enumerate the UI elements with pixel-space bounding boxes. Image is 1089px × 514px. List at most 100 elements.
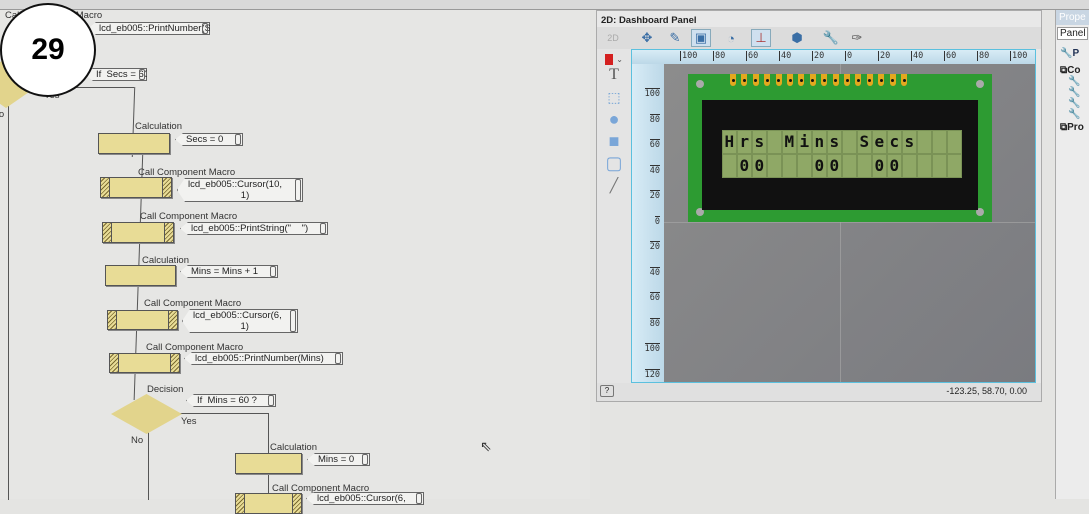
yes-branch-line — [180, 413, 268, 414]
block-label: Call Component Macro — [144, 298, 242, 309]
color-swatch[interactable] — [605, 53, 614, 65]
lcd-pin — [855, 74, 862, 86]
lcd-pin — [798, 74, 805, 86]
chevron-down-icon[interactable]: ⌄ — [616, 55, 623, 64]
lcd-pin — [741, 74, 748, 86]
lcd-pin — [730, 74, 736, 86]
ruler-tick-label: 20 — [812, 51, 825, 61]
help-button[interactable]: ? — [600, 385, 614, 397]
flowchart-canvas[interactable]: Call Component Macro lcd_eb005::PrintNum… — [0, 10, 590, 514]
drawing-area[interactable]: Hrs Mins Secs 00 00 00 — [664, 64, 1035, 382]
ruler-tick-label: 20 — [878, 51, 891, 61]
ruler-tick-label: 60 — [649, 292, 660, 303]
lcd-pin — [752, 74, 759, 86]
ruler-tick-label: 40 — [649, 164, 660, 176]
ruler-tick-label: 40 — [779, 51, 792, 61]
ruler-tick-label: 80 — [977, 51, 990, 61]
lcd-pin — [764, 74, 771, 86]
component-macro-block[interactable] — [100, 177, 172, 198]
block-label: Calculation — [135, 121, 182, 132]
app-toolbar-strip — [0, 0, 1089, 10]
block-label: Calculation — [270, 442, 317, 453]
ruler-tick-label: 60 — [746, 51, 759, 61]
lcd-row-2: 00 00 00 — [724, 156, 965, 175]
textbox-tool-icon[interactable]: ⬚ — [605, 89, 623, 105]
macro-comment[interactable]: lcd_eb005::PrintNumber(Mins) — [184, 352, 343, 365]
block-label: Call Component Macro — [146, 342, 244, 353]
cursor-coordinates: -123.25, 58.70, 0.00 — [946, 386, 1027, 396]
lcd-row-1: Hrs Mins Secs — [724, 132, 965, 151]
calc-comment[interactable]: Secs = 0 — [175, 133, 243, 146]
lcd-pin — [878, 74, 885, 86]
origin-axis — [664, 222, 1035, 223]
block-label: Decision — [147, 384, 184, 395]
lcd-pin — [889, 74, 896, 86]
panel-title: 2D: Dashboard Panel — [601, 15, 697, 26]
pencil-icon[interactable]: ✎ — [665, 29, 685, 47]
lcd-pin — [821, 74, 828, 86]
macro-comment[interactable]: lcd_eb005::Cursor(10, 1) — [177, 178, 303, 202]
lcd-component[interactable]: Hrs Mins Secs 00 00 00 — [688, 74, 992, 222]
tree-item[interactable]: ⧉Co — [1056, 65, 1089, 76]
block-label: Call Component Macro — [140, 211, 238, 222]
2d-button[interactable]: 2D — [603, 29, 623, 47]
tree-children: 🔧 🔧 🔧 🔧 — [1068, 76, 1081, 120]
ruler-tick-label: 80 — [713, 51, 726, 61]
calc-comment[interactable]: Mins = Mins + 1 — [180, 265, 278, 278]
line-tool-icon[interactable]: ╱ — [605, 177, 623, 193]
ruler-tick-label: 100 — [644, 343, 660, 354]
ruler-tick-label: 0 — [654, 215, 660, 227]
step-number-badge: 29 — [0, 3, 96, 97]
tree-item[interactable]: 🔧P — [1056, 42, 1089, 65]
component-macro-block[interactable] — [235, 493, 302, 514]
cube-icon[interactable]: ⬢ — [787, 29, 807, 47]
properties-panel: Prope Panel 🔧P ⧉Co 🔧 🔧 🔧 🔧 ⧉Pro — [1055, 10, 1089, 499]
panel-canvas[interactable]: 100 80 60 40 20 0 20 40 60 80 100 100 80 60 40 20 0 20 40… — [631, 49, 1036, 383]
ruler-tick-label: 40 — [649, 266, 660, 278]
lcd-pin — [901, 74, 907, 86]
macro-comment[interactable]: lcd_eb005::Cursor(6, 1) — [182, 309, 298, 333]
ruler-tick-label: 100 — [1010, 51, 1028, 61]
calculation-block[interactable] — [98, 133, 170, 154]
no-branch-line — [8, 100, 9, 500]
ruler-tick-label: 100 — [680, 51, 698, 61]
lcd-pin — [809, 74, 816, 86]
macro-comment[interactable]: lcd_eb005::PrintNumber(Secs) — [88, 22, 210, 35]
move-icon[interactable]: ✥ — [637, 29, 657, 47]
lcd-pin — [787, 74, 793, 86]
decision-comment[interactable]: If Secs = 60 ? — [85, 68, 147, 81]
calculation-block[interactable] — [235, 453, 302, 474]
properties-dropdown[interactable]: Panel — [1057, 27, 1088, 40]
calculation-block[interactable] — [105, 265, 176, 286]
ellipse-tool-icon[interactable]: ● — [605, 109, 623, 129]
select-area-icon[interactable]: ▣ — [691, 29, 711, 47]
dashboard-panel-window: 2D: Dashboard Panel × 2D ✥ ✎ ▣ ◔ ⊥ ⬢ 🔧 ✑… — [596, 10, 1042, 402]
wrench-icon[interactable]: 🔧 — [821, 29, 841, 47]
macro-comment[interactable]: lcd_eb005::PrintString(" ") — [180, 222, 328, 235]
rotate-icon[interactable]: ◔ — [721, 29, 741, 47]
decision-mins-block[interactable] — [111, 394, 182, 434]
tree-item[interactable]: ⧉Pro — [1056, 120, 1089, 135]
drawing-tools: ⌄ T ⬚ ● ■ ▢ ╱ — [597, 49, 631, 383]
ruler-tick-label: 80 — [649, 113, 660, 125]
stamp-icon[interactable]: ⊥ — [751, 29, 771, 47]
ruler-tick-label: 20 — [649, 241, 660, 252]
ruler-tick-label: 80 — [649, 317, 660, 329]
ruler-tick-label: 60 — [649, 139, 660, 150]
calc-comment[interactable]: Mins = 0 — [307, 453, 370, 466]
vertical-ruler: 100 80 60 40 20 0 20 40 60 80 100 120 — [632, 64, 664, 382]
rounded-rect-tool-icon[interactable]: ▢ — [605, 153, 623, 173]
component-macro-block[interactable] — [107, 310, 178, 330]
ruler-tick-label: 120 — [644, 368, 660, 380]
lcd-text: Hrs Mins Secs 00 00 00 — [722, 130, 962, 178]
horizontal-ruler: 100 80 60 40 20 0 20 40 60 80 100 — [632, 50, 1035, 64]
rectangle-tool-icon[interactable]: ■ — [605, 131, 623, 151]
component-macro-block[interactable] — [109, 353, 180, 373]
decision-comment[interactable]: If Mins = 60 ? — [186, 394, 276, 407]
lcd-pin — [775, 74, 782, 86]
status-bar: ? -123.25, 58.70, 0.00 — [597, 383, 1041, 401]
text-tool-icon[interactable]: T — [605, 66, 623, 83]
probe-icon[interactable]: ✑ — [847, 29, 867, 47]
yes-label: Yes — [181, 416, 197, 427]
component-macro-block[interactable] — [102, 222, 174, 243]
